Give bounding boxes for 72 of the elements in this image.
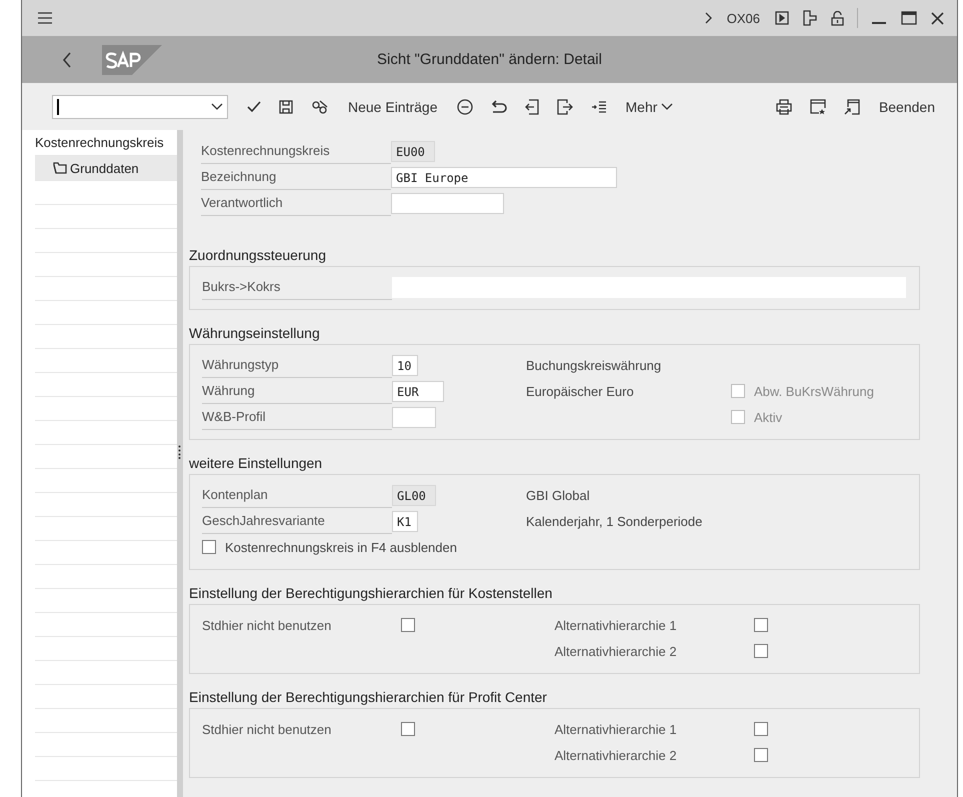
window-star-icon[interactable]	[810, 98, 826, 114]
section-title: Einstellung der Berechtigungshierarchien für Profit Center	[189, 688, 548, 707]
checkbox[interactable]	[754, 618, 768, 632]
play-box-icon[interactable]	[775, 11, 789, 25]
checkbox-label: Alternativhierarchie 1	[554, 722, 678, 736]
field-label: W&B-Profil	[202, 404, 392, 430]
section-title: Einstellung der Berechtigungshierarchien für Kostenstellen	[189, 584, 554, 603]
input-field[interactable]: 10	[392, 354, 418, 376]
field-label: Bezeichnung	[201, 164, 391, 190]
folder-icon	[53, 162, 67, 174]
section-title: Zuordnungssteuerung	[189, 246, 327, 265]
checkbox-label: Abw. BuKrsWährung	[754, 384, 874, 398]
caret-icon[interactable]	[211, 102, 223, 110]
input-field[interactable]	[392, 406, 436, 428]
checkbox[interactable]	[754, 748, 768, 762]
undo-icon[interactable]	[490, 100, 507, 114]
field-label: Bukrs->Kokrs	[202, 274, 392, 300]
input-field[interactable]: K1	[392, 510, 418, 532]
more-menu[interactable]: Mehr	[622, 98, 678, 114]
checkbox-label: Stdhier nicht benutzen	[202, 722, 332, 736]
field-label: Kostenrechnungskreis	[201, 138, 391, 164]
field-description: Europäischer Euro	[526, 384, 634, 398]
tree-header: Kostenrechnungskreis	[35, 135, 164, 150]
menu-icon[interactable]	[37, 11, 53, 25]
back-icon[interactable]	[62, 52, 72, 68]
checkbox-label: Aktiv	[754, 410, 782, 424]
checkbox-label: Alternativhierarchie 2	[554, 748, 678, 762]
minus-circle-icon[interactable]	[456, 98, 473, 114]
field-label: Verantwortlich	[201, 190, 391, 216]
field-label: Währungstyp	[202, 352, 392, 378]
checkbox-label: Alternativhierarchie 1	[554, 618, 678, 632]
transaction-code: OX06	[726, 10, 760, 26]
section-title: Währungseinstellung	[189, 324, 321, 343]
window-title: Sicht "Grunddaten" ändern: Detail	[377, 51, 602, 68]
indent-list-icon[interactable]	[590, 100, 607, 112]
input-field[interactable]: EUR	[392, 380, 444, 402]
section-title: weitere Einstellungen	[189, 454, 324, 473]
input-field: GL00	[392, 484, 436, 506]
caret-icon	[661, 102, 674, 110]
input-field[interactable]: GBI Europe	[391, 166, 617, 188]
field-description: Buchungskreiswährung	[526, 358, 662, 372]
field-description: GBI Global	[526, 488, 590, 502]
input-field[interactable]	[391, 192, 504, 214]
previous-page-icon[interactable]	[524, 98, 539, 114]
checkbox-label: Alternativhierarchie 2	[554, 644, 678, 658]
chevron-right-icon[interactable]	[704, 12, 712, 24]
input-field: EU00	[391, 140, 435, 162]
exit-button[interactable]: Beenden	[874, 98, 939, 114]
close-icon[interactable]	[931, 12, 944, 24]
checkbox[interactable]	[754, 644, 768, 658]
checkbox[interactable]	[202, 540, 216, 554]
next-page-icon[interactable]	[556, 98, 573, 114]
logo-drawing	[102, 44, 162, 74]
tree-item[interactable]: Grunddaten	[35, 156, 177, 181]
lock-icon[interactable]	[831, 10, 844, 26]
checkbox[interactable]	[401, 618, 415, 632]
checkbox[interactable]	[754, 722, 768, 736]
checkbox-label: Kostenrechnungskreis in F4 ausblenden	[225, 540, 457, 554]
new-entries-button[interactable]: Neue Einträge	[344, 98, 442, 114]
maximize-icon[interactable]	[901, 11, 917, 25]
field-description: Kalenderjahr, 1 Sonderperiode	[526, 514, 702, 528]
field-label: Währung	[202, 378, 392, 404]
save-icon[interactable]	[279, 100, 293, 114]
print-icon[interactable]	[776, 98, 792, 114]
grip-icon[interactable]	[178, 445, 181, 459]
check-icon[interactable]	[247, 100, 261, 112]
command-field[interactable]	[52, 94, 228, 118]
field-label: Kontenplan	[202, 482, 392, 508]
checkbox-label: Stdhier nicht benutzen	[202, 618, 332, 632]
window-link-icon[interactable]	[844, 98, 860, 114]
checkbox[interactable]	[401, 722, 415, 736]
field-label: GeschJahresvariante	[202, 508, 392, 534]
